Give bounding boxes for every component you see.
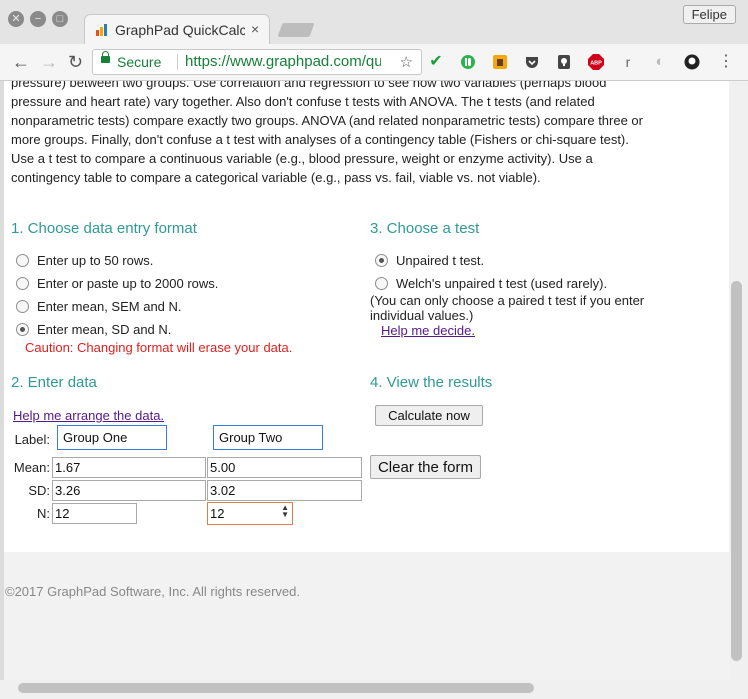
group1-sd-input[interactable]	[52, 480, 206, 501]
url-text[interactable]: https://www.graphpad.com/quickcalcs/ttes…	[185, 53, 381, 70]
help-arrange-data-link[interactable]: Help me arrange the data.	[13, 408, 164, 423]
test-option-unpaired[interactable]: Unpaired t test.	[375, 253, 484, 268]
vertical-scrollbar[interactable]	[729, 81, 748, 680]
pushbullet-icon[interactable]	[460, 54, 476, 70]
keep-icon[interactable]	[556, 54, 572, 70]
intro-line: pressure and heart rate) vary together. …	[11, 94, 595, 109]
intro-line: Use a t test to compare a continuous var…	[11, 151, 593, 166]
radio-icon[interactable]	[16, 300, 29, 313]
minimize-window-icon[interactable]: −	[30, 11, 46, 27]
radio-icon[interactable]	[16, 277, 29, 290]
pocket-icon[interactable]	[524, 54, 540, 70]
calculate-now-button[interactable]: Calculate now	[375, 405, 483, 426]
omnibox-divider	[177, 54, 178, 70]
clear-form-button[interactable]: Clear the form	[370, 455, 481, 479]
window-titlebar: ✕ − □ GraphPad QuickCalcs × Felipe	[0, 0, 748, 44]
close-window-icon[interactable]: ✕	[8, 11, 24, 27]
paired-test-note: (You can only choose a paired t test if …	[370, 293, 645, 323]
abp-label: ABP	[590, 61, 602, 67]
option-label: Enter mean, SEM and N.	[37, 299, 182, 314]
mean-caption: Mean:	[13, 460, 50, 475]
browser-tab[interactable]: GraphPad QuickCalcs ×	[84, 14, 270, 44]
new-tab-button[interactable]	[277, 23, 315, 37]
forward-icon[interactable]: →	[40, 52, 58, 72]
section2-heading: 2. Enter data	[11, 374, 97, 391]
section3-heading: 3. Choose a test	[370, 220, 480, 237]
n-caption: N:	[37, 506, 50, 521]
radio-selected-icon[interactable]	[375, 254, 388, 267]
group2-label-input[interactable]	[213, 425, 323, 450]
sd-caption: SD:	[28, 483, 50, 498]
group1-label-input[interactable]	[57, 425, 167, 450]
vertical-scroll-thumb[interactable]	[731, 281, 742, 661]
copyright-text: ©2017 GraphPad Software, Inc. All rights…	[5, 584, 301, 599]
group1-n-input[interactable]	[52, 503, 137, 524]
intro-line: more groups. Finally, don't confuse a t …	[11, 132, 629, 147]
radio-icon[interactable]	[16, 254, 29, 267]
lastpass-icon[interactable]	[492, 54, 508, 70]
lock-icon	[101, 51, 110, 63]
adblock-plus-icon[interactable]: ABP	[588, 54, 604, 70]
horizontal-scrollbar[interactable]	[0, 680, 748, 699]
graphpad-favicon-icon	[96, 24, 107, 36]
spinner-arrows-icon[interactable]: ▲ ▼	[281, 504, 289, 519]
r-icon[interactable]: r	[620, 54, 636, 70]
footer-band	[4, 552, 729, 680]
radio-selected-icon[interactable]	[16, 323, 29, 336]
check-icon[interactable]: ✔	[428, 54, 444, 70]
tab-title: GraphPad QuickCalcs	[115, 22, 245, 38]
intro-paragraph: pressure) between two groups. Use correl…	[11, 81, 651, 187]
section1-heading: 1. Choose data entry format	[11, 220, 197, 237]
option-label: Enter up to 50 rows.	[37, 253, 154, 268]
secure-label: Secure	[117, 54, 162, 70]
intro-line: pressure) between two groups. Use correl…	[11, 81, 607, 90]
bookmark-star-icon[interactable]: ☆	[400, 53, 413, 71]
format-option-2000-rows[interactable]: Enter or paste up to 2000 rows.	[16, 276, 218, 291]
profile-button[interactable]: Felipe	[682, 5, 736, 24]
radio-icon[interactable]	[375, 277, 388, 290]
caution-message: Caution: Changing format will erase your…	[25, 340, 293, 355]
label-caption: Label:	[14, 432, 50, 447]
horizontal-scroll-thumb[interactable]	[18, 683, 534, 693]
option-label: Enter mean, SD and N.	[37, 322, 172, 337]
page-content: pressure) between two groups. Use correl…	[4, 81, 729, 680]
format-option-mean-sd-n[interactable]: Enter mean, SD and N.	[16, 322, 171, 337]
intro-line: contingency table to compare a categoric…	[11, 170, 541, 185]
format-option-mean-sem-n[interactable]: Enter mean, SEM and N.	[16, 299, 182, 314]
intro-line: nonparametric tests) compare exactly two…	[11, 113, 643, 128]
address-bar[interactable]: Secure https://www.graphpad.com/quickcal…	[92, 49, 422, 75]
group2-mean-input[interactable]	[207, 457, 362, 478]
menu-icon[interactable]: ⋮	[718, 54, 734, 70]
github-icon[interactable]	[684, 54, 700, 70]
format-option-50-rows[interactable]: Enter up to 50 rows.	[16, 253, 153, 268]
maximize-window-icon[interactable]: □	[52, 11, 68, 27]
ext-icon[interactable]: ◐	[652, 54, 668, 70]
option-label: Welch's unpaired t test (used rarely).	[396, 276, 608, 291]
back-icon[interactable]: ←	[12, 52, 30, 72]
group2-sd-input[interactable]	[207, 480, 362, 501]
group1-mean-input[interactable]	[52, 457, 206, 478]
test-option-welch[interactable]: Welch's unpaired t test (used rarely).	[375, 276, 607, 291]
tab-close-icon[interactable]: ×	[251, 21, 259, 37]
option-label: Enter or paste up to 2000 rows.	[37, 276, 219, 291]
option-label: Unpaired t test.	[396, 253, 485, 268]
help-me-decide-link[interactable]: Help me decide.	[381, 323, 475, 338]
section4-heading: 4. View the results	[370, 374, 493, 391]
group2-n-stepper[interactable]: ▲▼	[207, 502, 293, 525]
reload-icon[interactable]: ↻	[68, 52, 83, 72]
browser-toolbar: ← → ↻ Secure https://www.graphpad.com/qu…	[0, 44, 748, 81]
